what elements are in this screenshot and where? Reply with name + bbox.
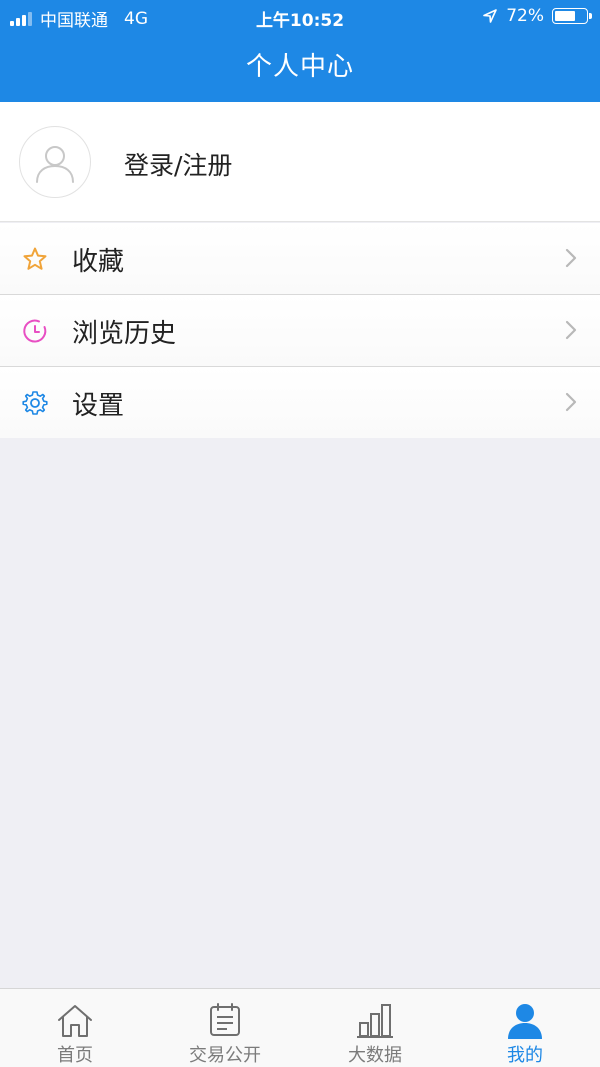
star-icon [23, 247, 47, 270]
tab-home[interactable]: 首页 [0, 989, 150, 1067]
home-icon [58, 1005, 92, 1037]
user-placeholder-icon[interactable] [19, 126, 91, 198]
menu-item-settings[interactable]: 设置 [0, 367, 600, 438]
profile-login-row[interactable]: 登录/注册 [0, 102, 600, 222]
chevron-right-icon [565, 248, 577, 268]
header-bar: 中国联通 4G 上午10:52 72% 个人中心 [0, 0, 600, 102]
notepad-icon [210, 1003, 240, 1036]
tab-label: 首页 [57, 1045, 93, 1066]
battery-icon [552, 8, 592, 24]
page-title: 个人中心 [245, 52, 354, 82]
battery-fill [555, 11, 576, 21]
bottom-tab-bar: 首页 交易公开 大数据 我的 [0, 988, 600, 1067]
location-arrow-icon [483, 9, 498, 23]
menu-item-favorites[interactable]: 收藏 [0, 223, 600, 295]
status-bar: 中国联通 4G 上午10:52 72% [0, 0, 600, 34]
tab-label: 我的 [507, 1045, 543, 1066]
gear-icon [22, 391, 48, 415]
chevron-right-icon [565, 392, 577, 412]
bar-chart-icon [357, 1004, 393, 1038]
menu-item-label: 浏览历史 [72, 319, 177, 349]
menu-item-label: 设置 [72, 391, 125, 421]
app-screen: 中国联通 4G 上午10:52 72% 个人中心 登录/注册 收藏 浏览历史 设… [0, 0, 600, 1067]
battery-percent: 72% [506, 6, 544, 26]
menu-list: 收藏 浏览历史 设置 [0, 223, 600, 438]
status-right: 72% [482, 6, 592, 26]
tab-label: 交易公开 [189, 1045, 261, 1066]
login-register-link[interactable]: 登录/注册 [124, 146, 232, 182]
tab-mine[interactable]: 我的 [450, 989, 600, 1067]
user-icon [508, 1004, 542, 1039]
menu-item-history[interactable]: 浏览历史 [0, 295, 600, 367]
tab-transaction-public[interactable]: 交易公开 [150, 989, 300, 1067]
menu-item-label: 收藏 [72, 247, 125, 277]
tab-label: 大数据 [348, 1045, 402, 1066]
clock-icon [23, 319, 47, 343]
chevron-right-icon [565, 320, 577, 340]
tab-big-data[interactable]: 大数据 [300, 989, 450, 1067]
